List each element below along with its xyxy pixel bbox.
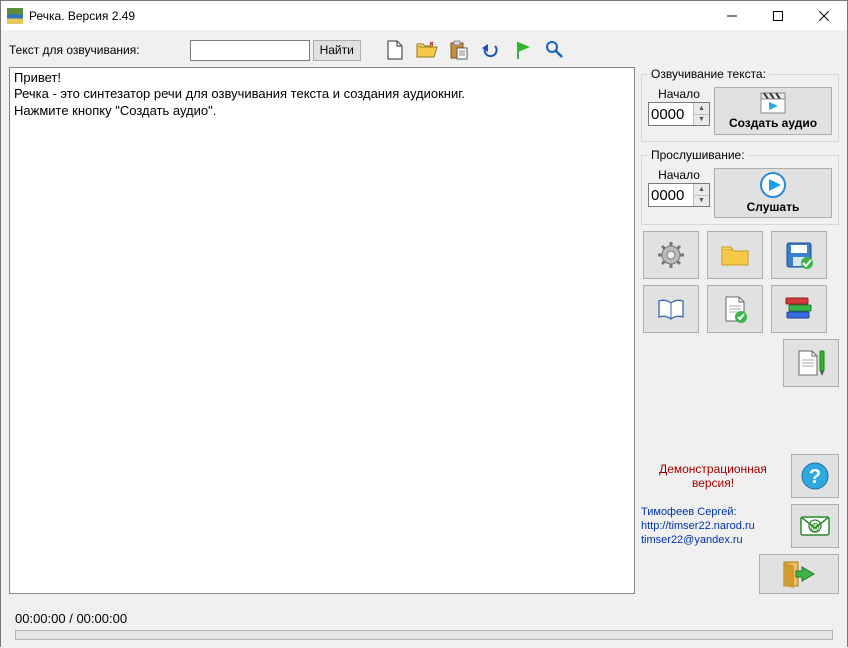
document-check-icon bbox=[723, 295, 747, 323]
open-book-button[interactable] bbox=[643, 285, 699, 333]
author-email[interactable]: timser22@yandex.ru bbox=[641, 533, 785, 547]
edit-document-button[interactable] bbox=[783, 339, 839, 387]
search-input[interactable] bbox=[190, 40, 310, 61]
tts-group: Озвучивание текста: Начало ▲ ▼ bbox=[641, 67, 839, 142]
play-icon bbox=[760, 172, 786, 198]
undo-icon[interactable] bbox=[477, 38, 505, 62]
listen-label: Слушать bbox=[747, 200, 800, 214]
save-button[interactable] bbox=[771, 231, 827, 279]
close-button[interactable] bbox=[801, 1, 847, 31]
listen-group: Прослушивание: Начало ▲ ▼ bbox=[641, 148, 839, 225]
search-tool-icon[interactable] bbox=[541, 38, 569, 62]
titlebar: Речка. Версия 2.49 bbox=[1, 1, 847, 31]
tts-start-spinner[interactable]: ▲ ▼ bbox=[648, 102, 710, 126]
settings-button[interactable] bbox=[643, 231, 699, 279]
tts-spin-up[interactable]: ▲ bbox=[694, 103, 709, 115]
book-open-icon bbox=[656, 297, 686, 321]
right-panel: Озвучивание текста: Начало ▲ ▼ bbox=[641, 67, 839, 594]
exit-door-icon bbox=[782, 560, 816, 588]
maximize-button[interactable] bbox=[755, 1, 801, 31]
listen-start-input[interactable] bbox=[649, 184, 693, 206]
progress-bar[interactable] bbox=[15, 630, 833, 640]
paste-clipboard-icon[interactable] bbox=[445, 38, 473, 62]
listen-start-spinner[interactable]: ▲ ▼ bbox=[648, 183, 710, 207]
library-button[interactable] bbox=[771, 285, 827, 333]
window-title: Речка. Версия 2.49 bbox=[29, 9, 709, 23]
email-button[interactable]: @ bbox=[791, 504, 839, 548]
new-file-icon[interactable] bbox=[381, 38, 409, 62]
gear-icon bbox=[657, 241, 685, 269]
tts-start-label: Начало bbox=[658, 87, 700, 101]
books-stack-icon bbox=[784, 296, 814, 322]
toolbar: Текст для озвучивания: Найти bbox=[9, 37, 839, 63]
floppy-save-icon bbox=[785, 241, 813, 269]
author-name: Тимофеев Сергей: bbox=[641, 505, 785, 519]
open-folder-icon[interactable] bbox=[413, 38, 441, 62]
tts-start-input[interactable] bbox=[649, 103, 693, 125]
svg-text:@: @ bbox=[810, 522, 820, 533]
document-pen-icon bbox=[796, 349, 826, 377]
author-info: Тимофеев Сергей: http://timser22.narod.r… bbox=[641, 505, 785, 548]
email-at-icon: @ bbox=[800, 514, 830, 538]
author-url[interactable]: http://timser22.narod.ru bbox=[641, 519, 785, 533]
main-textarea[interactable] bbox=[9, 67, 635, 594]
minimize-button[interactable] bbox=[709, 1, 755, 31]
folder-icon bbox=[720, 243, 750, 267]
status-time: 00:00:00 / 00:00:00 bbox=[15, 611, 127, 626]
help-button[interactable]: ? bbox=[791, 454, 839, 498]
create-audio-button[interactable]: Создать аудио bbox=[714, 87, 832, 135]
clapperboard-icon bbox=[760, 92, 786, 114]
tts-legend: Озвучивание текста: bbox=[648, 67, 769, 81]
app-icon bbox=[7, 8, 23, 24]
demo-version-text: Демонстрационнаяверсия! bbox=[641, 462, 785, 491]
listen-spin-up[interactable]: ▲ bbox=[694, 184, 709, 196]
tts-spin-down[interactable]: ▼ bbox=[694, 115, 709, 126]
find-button[interactable]: Найти bbox=[313, 40, 361, 61]
flag-icon[interactable] bbox=[509, 38, 537, 62]
open-button[interactable] bbox=[707, 231, 763, 279]
listen-button[interactable]: Слушать bbox=[714, 168, 832, 218]
create-audio-label: Создать аудио bbox=[729, 116, 817, 130]
svg-text:?: ? bbox=[809, 466, 821, 488]
exit-button[interactable] bbox=[759, 554, 839, 594]
listen-spin-down[interactable]: ▼ bbox=[694, 196, 709, 207]
document-check-button[interactable] bbox=[707, 285, 763, 333]
listen-legend: Прослушивание: bbox=[648, 148, 748, 162]
help-icon: ? bbox=[800, 461, 830, 491]
listen-start-label: Начало bbox=[658, 168, 700, 182]
search-label: Текст для озвучивания: bbox=[9, 43, 140, 57]
